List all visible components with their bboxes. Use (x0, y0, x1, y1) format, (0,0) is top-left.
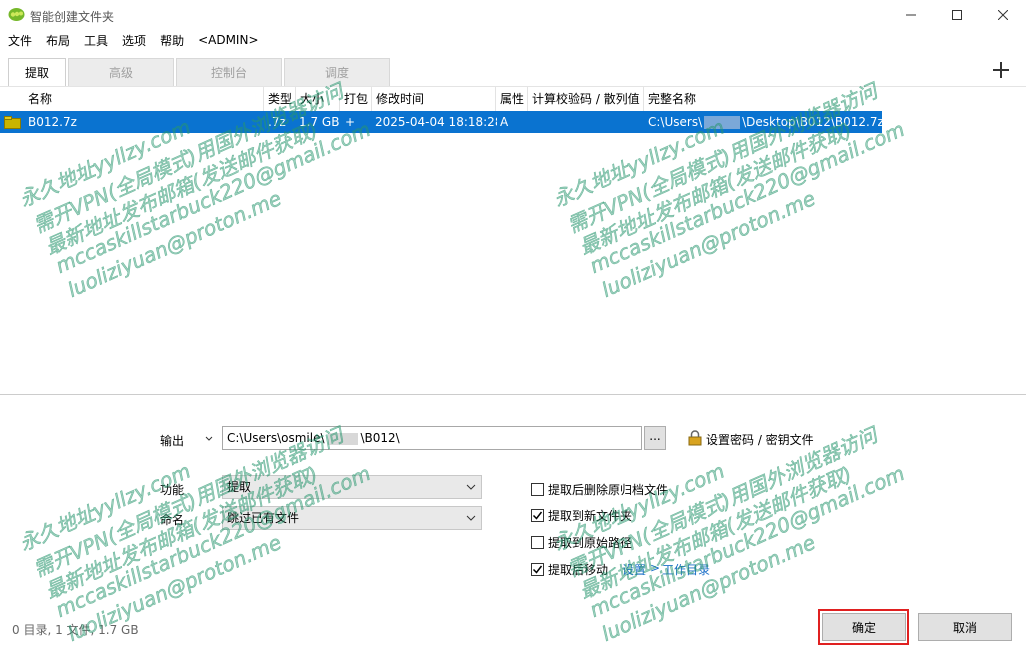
close-icon (998, 10, 1008, 20)
redacted-block (704, 116, 741, 129)
cancel-button[interactable]: 取消 (918, 613, 1012, 641)
checkbox-box (531, 509, 544, 522)
settings-link[interactable]: 设置 (622, 561, 646, 578)
list-header: 名称 类型 大小 打包 修改时间 属性 计算校验码 / 散列值 完整名称 (0, 87, 882, 111)
extract-options-panel: 输出 C:\Users\osmile\ \B012\ ... 设置密码 / 密钥文… (0, 396, 1026, 652)
menu-tools[interactable]: 工具 (84, 32, 108, 49)
option-label: 提取到新文件夹 (548, 509, 633, 523)
close-button[interactable] (980, 0, 1026, 30)
column-mtime[interactable]: 修改时间 (372, 87, 496, 111)
app-window: 智能创建文件夹 文件 布局 工具 选项 帮助 <ADMIN> 提取 高级 控制台… (0, 0, 1026, 652)
lock-icon[interactable] (688, 430, 702, 446)
naming-select[interactable]: 跳过已有文件 (222, 506, 482, 530)
cell-fullname: C:\Users\ \Desktop\B012\B012.7z (648, 111, 882, 133)
output-label: 输出 (160, 434, 185, 448)
peazip-logo-icon (8, 8, 25, 21)
tab-extract[interactable]: 提取 (8, 58, 66, 86)
chevron-down-icon (466, 484, 476, 490)
menu-help[interactable]: 帮助 (160, 32, 184, 49)
check-icon (532, 511, 543, 520)
link-separator: > (650, 561, 661, 575)
cell-pack: + (345, 115, 356, 129)
title-bar: 智能创建文件夹 (0, 0, 1026, 30)
function-label: 功能 (160, 483, 185, 497)
check-icon (532, 565, 543, 574)
archive-file-icon (4, 116, 21, 129)
cell-size: 1.7 GB (299, 115, 340, 129)
column-type[interactable]: 类型 (264, 87, 296, 111)
tab-advanced[interactable]: 高级 (68, 58, 174, 86)
column-size[interactable]: 大小 (296, 87, 340, 111)
column-pack[interactable]: 打包 (340, 87, 372, 111)
output-path-input[interactable]: C:\Users\osmile\ \B012\ (222, 426, 642, 450)
menu-bar: 文件 布局 工具 选项 帮助 <ADMIN> (0, 30, 1026, 50)
maximize-icon (952, 10, 962, 20)
status-text: 0 目录, 1 文件, 1.7 GB (12, 623, 139, 637)
table-row[interactable]: B012.7z .7z 1.7 GB + 2025-04-04 18:18:28… (0, 111, 882, 133)
checkbox-box (531, 536, 544, 549)
extract-to-new-folder-checkbox[interactable]: 提取到新文件夹 (531, 507, 632, 524)
browse-button[interactable]: ... (644, 426, 666, 450)
naming-value: 跳过已有文件 (227, 511, 300, 525)
cell-mtime: 2025-04-04 18:18:28 (375, 115, 497, 129)
extract-to-original-path-checkbox[interactable]: 提取到原始路径 (531, 534, 632, 551)
workdir-link[interactable]: 工作目录 (662, 561, 710, 578)
tab-schedule[interactable]: 调度 (284, 58, 390, 86)
checkbox-box (531, 483, 544, 496)
function-select[interactable]: 提取 (222, 475, 482, 499)
option-label: 提取后移动 (548, 563, 609, 577)
output-path-prefix: C:\Users\osmile\ (227, 431, 325, 445)
delete-after-extract-checkbox[interactable]: 提取后删除原归档文件 (531, 481, 668, 498)
menu-layout[interactable]: 布局 (46, 32, 70, 49)
output-path-suffix: \B012\ (360, 431, 400, 445)
fullname-prefix: C:\Users\ (648, 115, 703, 129)
chevron-down-icon (466, 515, 476, 521)
fullname-suffix: \Desktop\B012\B012.7z (742, 115, 882, 129)
cell-attr: A (500, 115, 509, 129)
cell-type: .7z (268, 115, 286, 129)
column-checksum[interactable]: 计算校验码 / 散列值 (528, 87, 644, 111)
option-label: 提取到原始路径 (548, 536, 633, 550)
function-value: 提取 (227, 480, 252, 494)
cell-name: B012.7z (28, 115, 77, 129)
window-title: 智能创建文件夹 (30, 10, 115, 24)
menu-options[interactable]: 选项 (122, 32, 146, 49)
move-after-extract-checkbox[interactable]: 提取后移动 (531, 561, 608, 578)
column-attr[interactable]: 属性 (496, 87, 528, 111)
highlight-box (818, 609, 909, 645)
naming-label: 命名 (160, 513, 185, 527)
chevron-down-icon[interactable] (204, 434, 214, 444)
menu-file[interactable]: 文件 (8, 32, 32, 49)
tab-strip: 提取 高级 控制台 调度 (8, 58, 392, 86)
file-list[interactable]: 名称 类型 大小 打包 修改时间 属性 计算校验码 / 散列值 完整名称 B01… (0, 86, 1026, 395)
menu-admin[interactable]: <ADMIN> (198, 33, 258, 47)
column-fullname[interactable]: 完整名称 (644, 87, 882, 111)
column-name[interactable]: 名称 (24, 87, 264, 111)
minimize-button[interactable] (888, 0, 934, 30)
tab-console[interactable]: 控制台 (176, 58, 282, 86)
checkbox-box (531, 563, 544, 576)
redacted-block (327, 432, 358, 445)
maximize-button[interactable] (934, 0, 980, 30)
option-label: 提取后删除原归档文件 (548, 483, 669, 497)
password-link[interactable]: 设置密码 / 密钥文件 (706, 431, 814, 448)
add-tab-icon[interactable] (990, 58, 1012, 82)
minimize-icon (906, 14, 916, 16)
